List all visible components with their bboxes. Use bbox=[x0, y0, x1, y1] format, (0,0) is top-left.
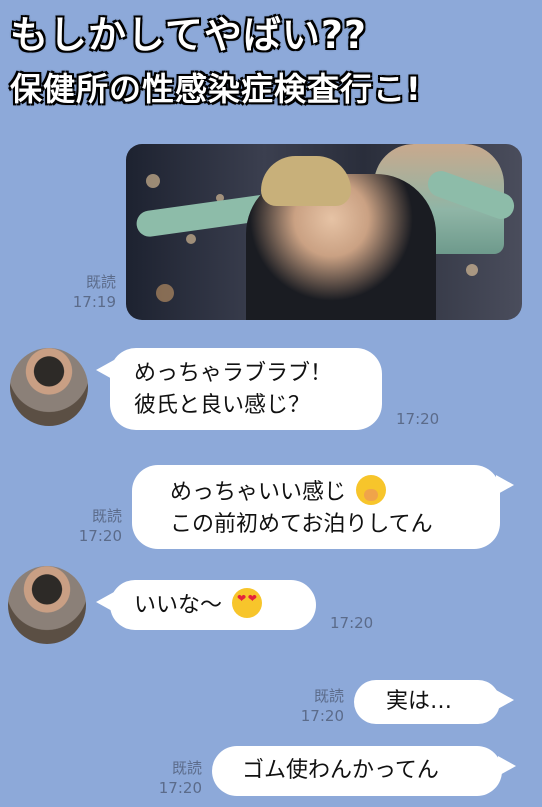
read-receipt-4: 既読 17:20 bbox=[150, 758, 202, 798]
message-line: めっちゃラブラブ！ bbox=[134, 361, 333, 386]
read-label: 既読 bbox=[313, 687, 344, 705]
message-line: この前初めてお泊りしてん bbox=[170, 512, 433, 537]
incoming-message-bubble[interactable]: めっちゃラブラブ！ 彼氏と良い感じ？ bbox=[96, 348, 382, 430]
timestamp: 17:20 bbox=[330, 614, 374, 632]
hand-over-mouth-emoji-icon bbox=[356, 475, 387, 505]
timestamp: 17:20 bbox=[300, 707, 344, 725]
read-label: 既読 bbox=[85, 273, 116, 291]
read-receipt-1: 既読 17:19 bbox=[60, 272, 116, 312]
heart-eyes-emoji-icon bbox=[232, 588, 263, 618]
read-label: 既読 bbox=[171, 759, 202, 777]
outgoing-message-bubble[interactable]: 実は… bbox=[354, 680, 514, 724]
timestamp: 17:19 bbox=[72, 293, 116, 311]
read-receipt-3: 既読 17:20 bbox=[292, 686, 344, 726]
outgoing-message-bubble[interactable]: ゴム使わんかってん bbox=[212, 746, 516, 796]
friend-avatar[interactable] bbox=[10, 348, 88, 426]
shared-photo-message[interactable] bbox=[126, 144, 522, 320]
message-line: 彼氏と良い感じ？ bbox=[134, 393, 311, 418]
message-line: 実は… bbox=[386, 689, 453, 714]
timestamp: 17:20 bbox=[158, 779, 202, 797]
read-receipt-2: 既読 17:20 bbox=[70, 506, 122, 546]
incoming-message-bubble[interactable]: いいな〜 bbox=[96, 580, 316, 630]
message-line: ゴム使わんかってん bbox=[242, 758, 439, 783]
timestamp: 17:20 bbox=[396, 410, 440, 428]
read-label: 既読 bbox=[91, 507, 122, 525]
timestamp: 17:20 bbox=[78, 527, 122, 545]
message-line: いいな〜 bbox=[134, 593, 223, 618]
message-line: めっちゃいい感じ bbox=[170, 480, 347, 505]
outgoing-message-bubble[interactable]: めっちゃいい感じ この前初めてお泊りしてん bbox=[132, 465, 514, 549]
friend-avatar[interactable] bbox=[8, 566, 86, 644]
headline-line2: 保健所の性感染症検査行こ! bbox=[10, 70, 422, 108]
headline-line1: もしかしてやばい?? bbox=[10, 13, 367, 57]
